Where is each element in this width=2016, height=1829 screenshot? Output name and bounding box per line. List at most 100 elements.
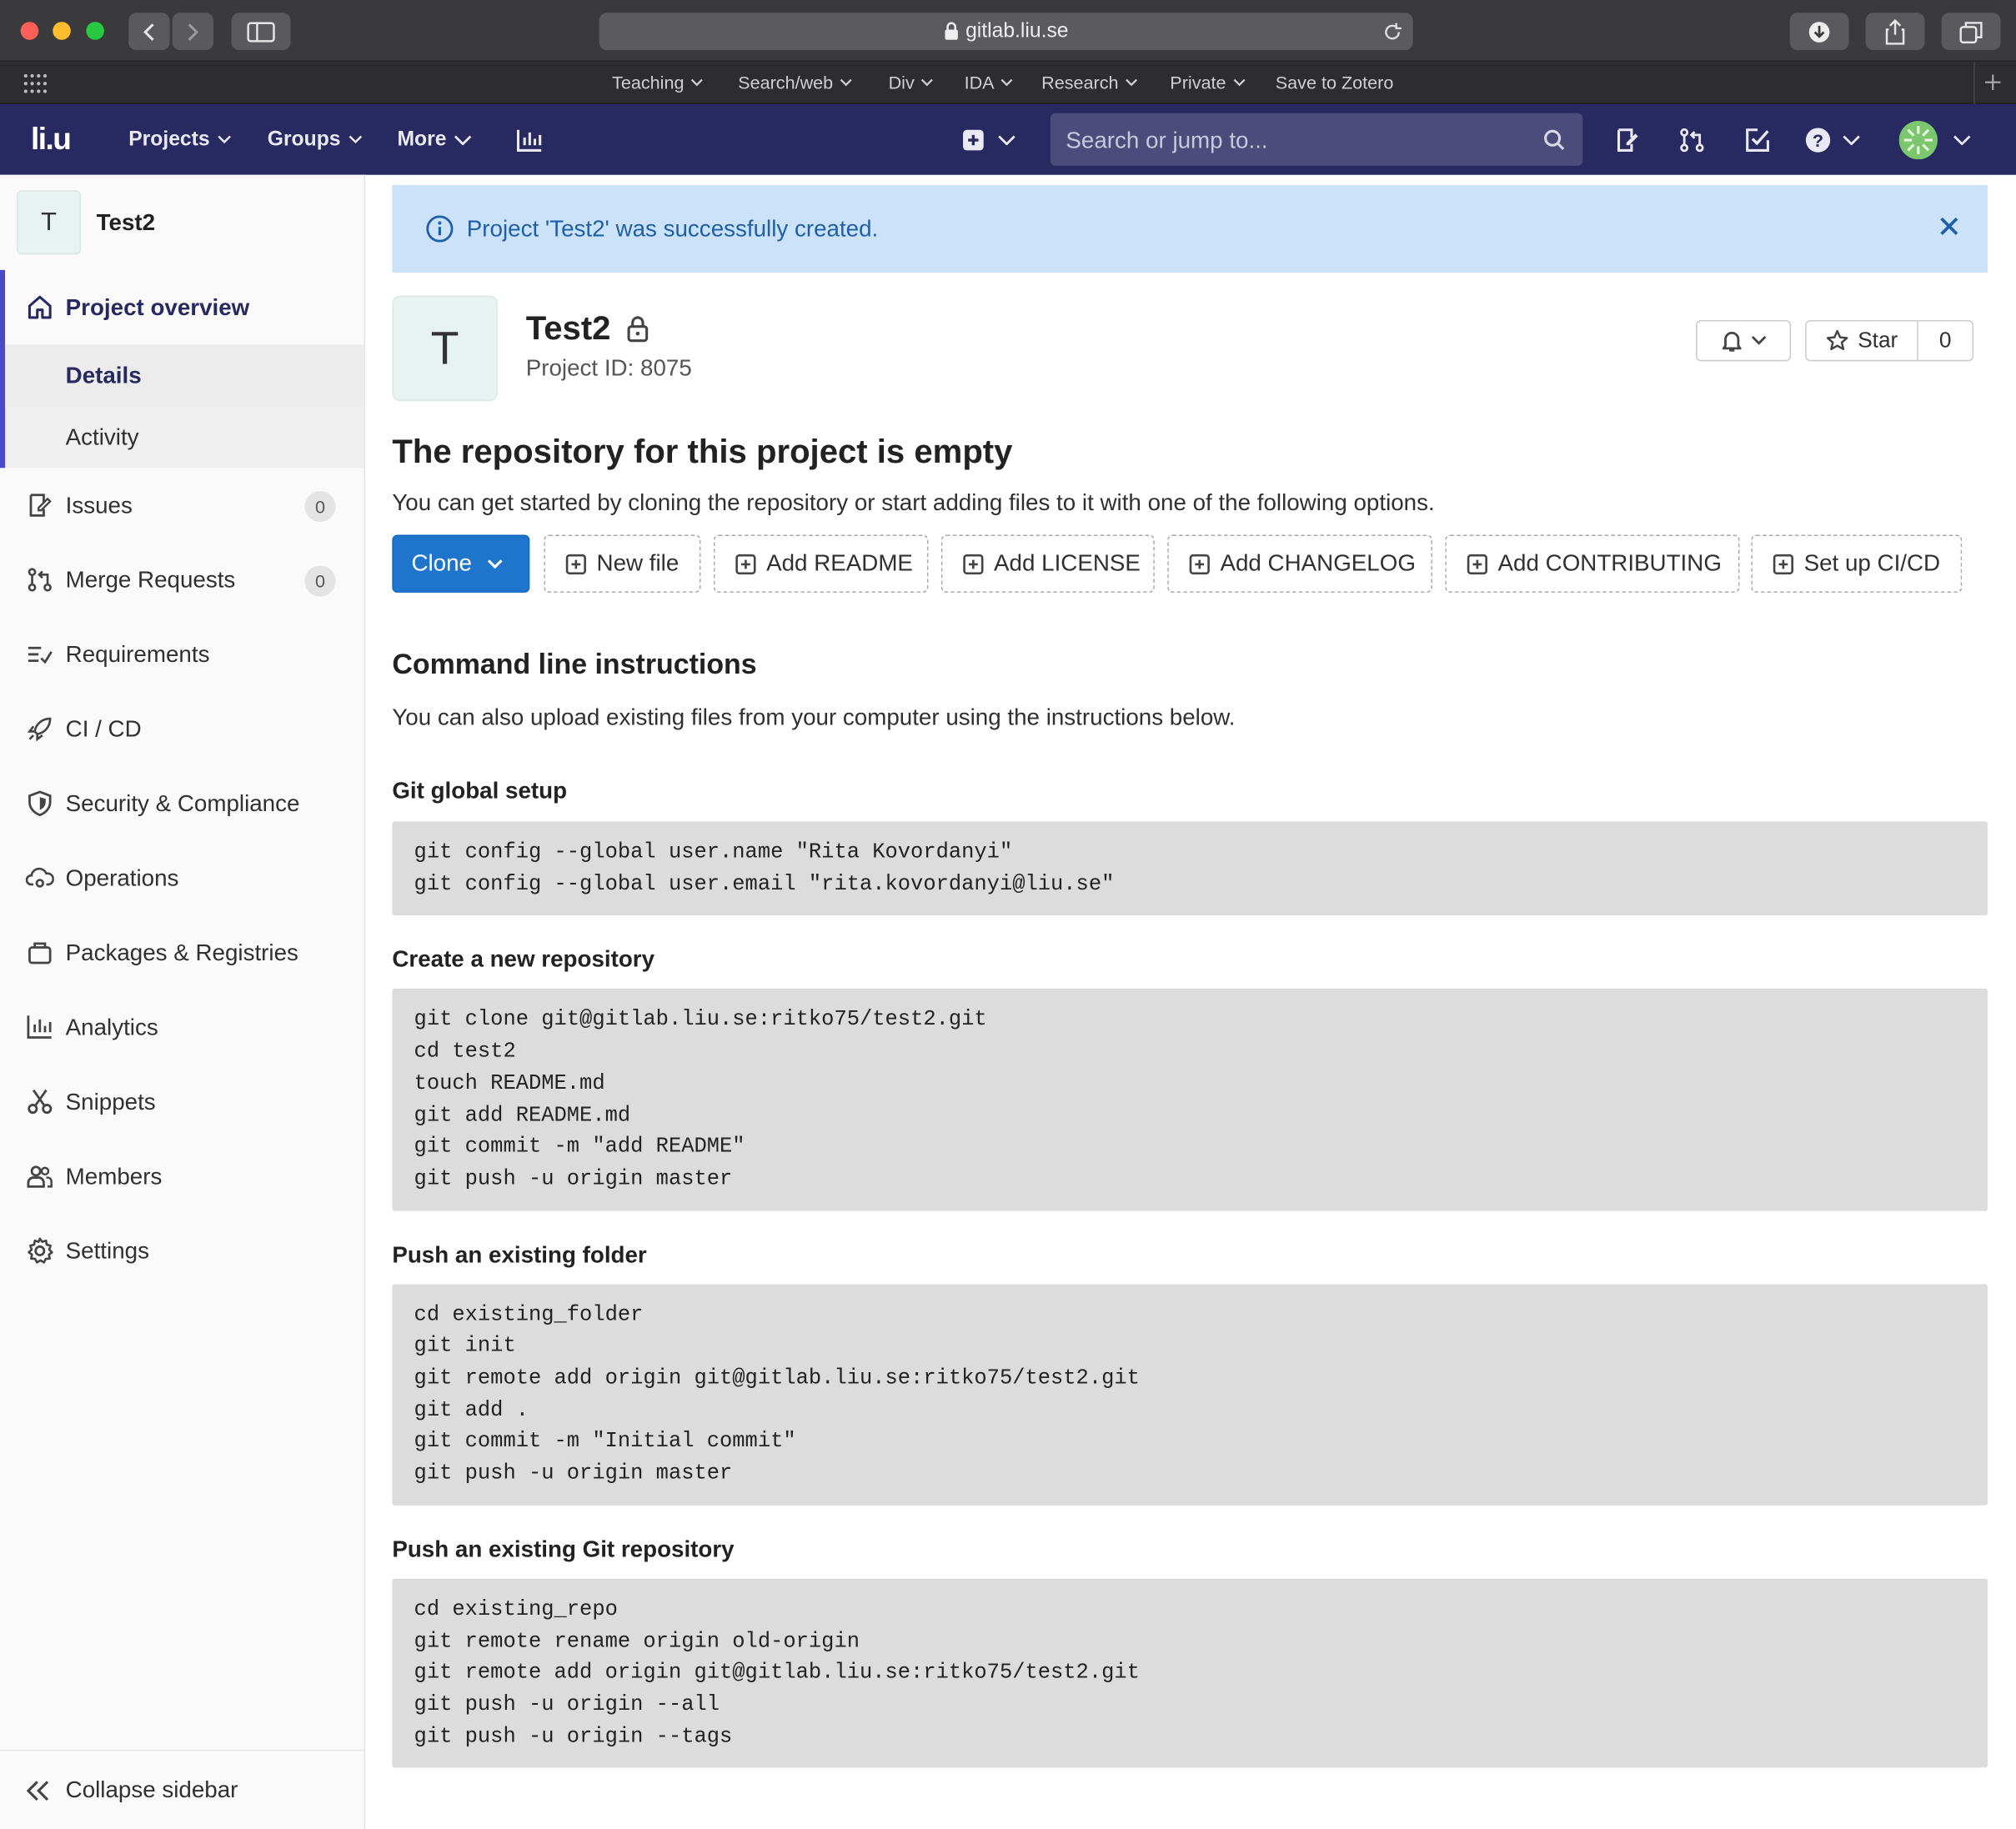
address-bar[interactable]: gitlab.liu.se (599, 13, 1413, 51)
shield-icon (26, 789, 54, 818)
existing-repo-code[interactable]: cd existing_repo git remote rename origi… (392, 1578, 1988, 1768)
bell-icon (1722, 332, 1742, 352)
new-dropdown-button[interactable] (961, 104, 1016, 175)
fav-ida[interactable]: IDA (965, 72, 1014, 93)
main-content: Project 'Test2' was successfully created… (392, 175, 1988, 1768)
new-file-label: New file (596, 550, 680, 576)
plus-square-icon (1189, 554, 1210, 574)
tabs-overview-button[interactable] (1941, 13, 2001, 51)
minimize-window-button[interactable] (53, 22, 71, 40)
todo-icon (1746, 128, 1769, 152)
sidebar-item-label: Issues (65, 491, 133, 518)
bar-chart-icon (26, 1013, 54, 1041)
nav-groups-label: Groups (267, 128, 341, 150)
chevron-down-icon (1001, 78, 1013, 87)
sidebar-item-snippets[interactable]: Snippets (0, 1065, 364, 1139)
fav-teaching[interactable]: Teaching (612, 72, 704, 93)
close-icon[interactable] (1938, 216, 1959, 237)
merge-requests-nav-button[interactable] (1679, 104, 1705, 175)
sidebar-item-activity[interactable]: Activity (5, 406, 364, 468)
fav-div[interactable]: Div (889, 72, 934, 93)
sidebar-item-settings[interactable]: Settings (0, 1214, 364, 1288)
setup-cicd-label: Set up CI/CD (1803, 550, 1941, 576)
chevron-down-icon (1843, 134, 1860, 145)
fav-save-to-zotero[interactable]: Save to Zotero (1276, 72, 1394, 93)
fav-research[interactable]: Research (1041, 72, 1138, 93)
sidebar-item-cicd[interactable]: CI / CD (0, 692, 364, 766)
project-header: T Test2 Project ID: 8075 Star 0 (392, 295, 1988, 412)
new-file-button[interactable]: New file (544, 534, 701, 593)
sidebar-item-issues[interactable]: Issues 0 (0, 468, 364, 542)
close-window-button[interactable] (20, 22, 39, 40)
sidebar-toggle-button[interactable] (231, 13, 291, 51)
star-label: Star (1858, 328, 1898, 353)
collapse-sidebar-button[interactable]: Collapse sidebar (0, 1749, 364, 1829)
fav-label: Private (1170, 72, 1226, 93)
star-button[interactable]: Star (1807, 321, 1918, 360)
chevron-down-icon (921, 78, 934, 87)
sidebar-item-label: Activity (65, 423, 139, 449)
fav-private[interactable]: Private (1170, 72, 1245, 93)
sidebar-item-members[interactable]: Members (0, 1139, 364, 1213)
existing-folder-code[interactable]: cd existing_folder git init git remote a… (392, 1283, 1988, 1506)
sidebar-item-label: Project overview (65, 293, 250, 320)
sidebar-item-label: CI / CD (65, 715, 142, 742)
add-contributing-button[interactable]: Add CONTRIBUTING (1445, 534, 1740, 593)
plus-icon[interactable] (1983, 73, 2002, 92)
nav-projects-label: Projects (128, 128, 210, 150)
clone-dropdown-button[interactable]: Clone (392, 534, 530, 593)
help-dropdown-button[interactable]: ? (1805, 104, 1860, 175)
fav-label: Div (888, 72, 915, 93)
sidebar-project-header[interactable]: T Test2 (0, 175, 364, 270)
plus-square-icon (735, 554, 756, 574)
grid-icon[interactable] (23, 73, 49, 94)
user-avatar-icon (1898, 120, 1938, 159)
sidebar-item-label: Operations (65, 864, 179, 890)
analytics-nav-button[interactable] (516, 104, 543, 175)
merge-request-icon (1680, 128, 1704, 152)
share-icon (1885, 18, 1905, 44)
favorites-bar: Teaching Search/web Div IDA Research Pri… (0, 62, 2016, 104)
requirements-icon (26, 640, 54, 669)
back-button[interactable] (128, 13, 170, 51)
collapse-sidebar-label: Collapse sidebar (65, 1776, 238, 1803)
setup-cicd-button[interactable]: Set up CI/CD (1751, 534, 1963, 593)
user-menu-button[interactable] (1898, 104, 1971, 175)
sidebar-item-security[interactable]: Security & Compliance (0, 766, 364, 840)
nav-more[interactable]: More (398, 104, 473, 175)
plus-square-icon (963, 128, 984, 150)
chevron-down-icon (840, 78, 852, 87)
sidebar-item-operations[interactable]: Operations (0, 841, 364, 915)
search-input[interactable]: Search or jump to... (1050, 113, 1583, 166)
notification-dropdown-button[interactable] (1696, 319, 1792, 362)
sidebar-item-analytics[interactable]: Analytics (0, 990, 364, 1064)
forward-button[interactable] (172, 13, 213, 51)
liu-logo[interactable]: li.u (31, 104, 72, 175)
new-repo-code[interactable]: git clone git@gitlab.liu.se:ritko75/test… (392, 989, 1988, 1211)
fav-search-web[interactable]: Search/web (738, 72, 852, 93)
global-setup-code[interactable]: git config --global user.name "Rita Kovo… (392, 821, 1988, 916)
star-count[interactable]: 0 (1918, 322, 1973, 360)
add-license-button[interactable]: Add LICENSE (940, 534, 1155, 593)
sidebar-item-project-overview[interactable]: Project overview (5, 269, 364, 345)
reload-icon[interactable] (1382, 21, 1403, 42)
nav-groups[interactable]: Groups (268, 104, 363, 175)
sidebar-item-merge-requests[interactable]: Merge Requests 0 (0, 543, 364, 617)
fav-label: IDA (964, 72, 995, 93)
add-readme-button[interactable]: Add README (713, 534, 929, 593)
zoom-window-button[interactable] (86, 22, 104, 40)
downloads-button[interactable] (1789, 13, 1849, 51)
sidebar-item-requirements[interactable]: Requirements (0, 617, 364, 691)
fav-label: Research (1041, 72, 1119, 93)
project-avatar: T (17, 190, 82, 255)
todos-nav-button[interactable] (1745, 104, 1771, 175)
sidebar-item-label: Packages & Registries (65, 939, 298, 965)
add-changelog-button[interactable]: Add CHANGELOG (1167, 534, 1432, 593)
share-button[interactable] (1865, 13, 1925, 51)
sidebar-item-details[interactable]: Details (5, 344, 364, 407)
sidebar-item-packages[interactable]: Packages & Registries (0, 915, 364, 990)
nav-projects[interactable]: Projects (128, 104, 232, 175)
users-icon (26, 1162, 54, 1190)
issues-nav-button[interactable] (1615, 104, 1641, 175)
flash-notice: Project 'Test2' was successfully created… (392, 185, 1988, 273)
